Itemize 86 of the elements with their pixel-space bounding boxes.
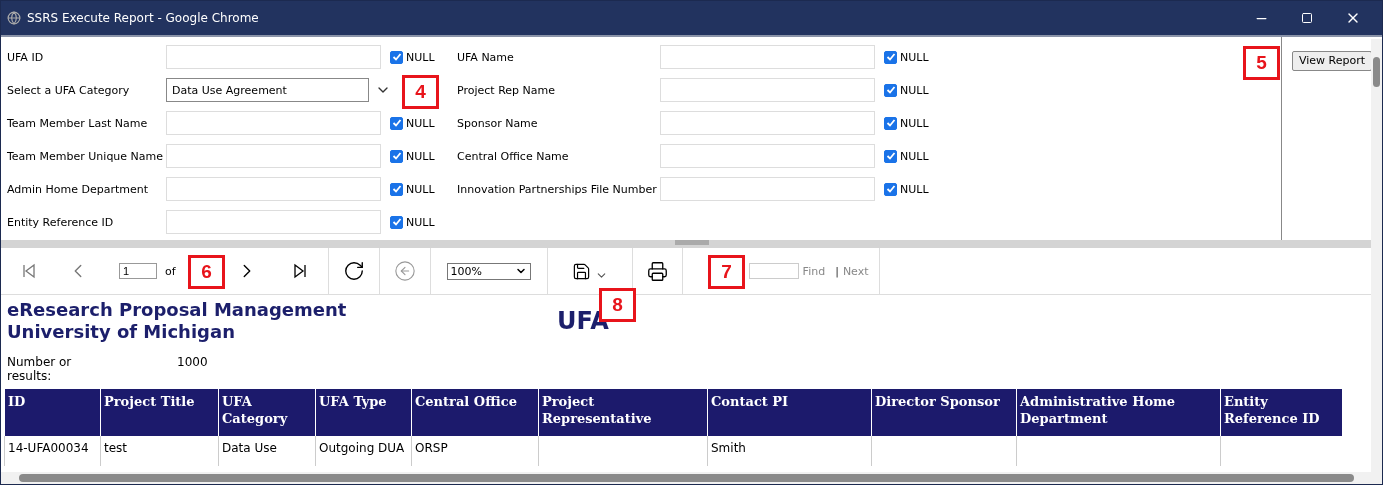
next-link[interactable]: Next (842, 264, 869, 278)
callout-number: 5 (1243, 46, 1280, 80)
vertical-scrollbar[interactable] (1371, 39, 1382, 484)
table-cell: Outgoing DUA (315, 436, 412, 466)
callout-number: 8 (599, 288, 636, 322)
parameter-label: UFA ID (7, 50, 45, 64)
parameter-label: Sponsor Name (457, 116, 539, 130)
parameter-field[interactable] (166, 210, 381, 234)
parameter-field[interactable] (166, 144, 381, 168)
null-label: NULL (406, 182, 435, 196)
null-checkbox[interactable] (884, 149, 897, 163)
maximize-icon[interactable] (1301, 12, 1313, 24)
first-page-icon[interactable] (21, 263, 37, 279)
page-count-label: of (165, 264, 176, 278)
null-checkbox[interactable] (884, 182, 897, 196)
null-checkbox[interactable] (884, 116, 897, 130)
parameter-label: UFA Name (457, 50, 515, 64)
parameter-label: Team Member Last Name (7, 116, 149, 130)
parameter-field[interactable] (660, 45, 875, 69)
column-header: Project Representative (538, 389, 708, 436)
parameter-label: Select a UFA Category (7, 83, 131, 97)
parameter-label: Admin Home Department (7, 182, 150, 196)
null-label: NULL (406, 50, 435, 64)
refresh-icon[interactable] (342, 260, 365, 282)
parameter-label: Innovation Partnerships File Number (457, 182, 658, 196)
parameter-label: Team Member Unique Name (7, 149, 165, 163)
column-header: Contact PI (707, 389, 872, 436)
null-label: NULL (900, 116, 929, 130)
column-header: Entity Reference ID (1220, 389, 1342, 436)
callout-number: 4 (402, 75, 439, 109)
category-dropdown[interactable]: Data Use Agreement (166, 78, 369, 102)
null-checkbox[interactable] (390, 182, 403, 196)
table-cell: test (100, 436, 219, 466)
collapse-handle[interactable] (674, 240, 709, 245)
parameter-field[interactable] (660, 111, 875, 135)
table-cell: Data Use (218, 436, 316, 466)
parameter-field[interactable] (660, 177, 875, 201)
table-cell: 14-UFA00034 (4, 436, 101, 466)
parameter-field[interactable] (660, 78, 875, 102)
parameter-field[interactable] (166, 177, 381, 201)
back-icon[interactable] (393, 260, 416, 282)
count-label: Number or results: (7, 355, 73, 383)
column-header: ID (4, 389, 101, 436)
null-label: NULL (900, 149, 929, 163)
null-checkbox[interactable] (390, 50, 403, 64)
null-label: NULL (900, 182, 929, 196)
count-value: 1000 (177, 355, 209, 371)
window-title: SSRS Execute Report - Google Chrome (27, 11, 260, 25)
parameter-field[interactable] (166, 111, 381, 135)
parameter-field[interactable] (660, 144, 875, 168)
column-header: Central Office (411, 389, 539, 436)
column-header: Administrative Home Department (1016, 389, 1221, 436)
column-header: Project Title (100, 389, 219, 436)
save-icon[interactable] (571, 261, 591, 281)
null-checkbox[interactable] (390, 116, 403, 130)
null-checkbox[interactable] (390, 215, 403, 229)
null-checkbox[interactable] (390, 149, 403, 163)
zoom-dropdown[interactable]: 100% (446, 262, 531, 280)
view-report-button[interactable]: View Report (1292, 50, 1373, 71)
null-label: NULL (900, 83, 929, 97)
globe-icon (7, 11, 21, 25)
printer-icon[interactable] (646, 260, 668, 282)
column-header: Director Sponsor (871, 389, 1017, 436)
callout-number: 6 (188, 255, 225, 289)
callout-number: 7 (708, 255, 745, 289)
column-header: UFA Type (315, 389, 412, 436)
find-field[interactable] (748, 263, 799, 279)
null-checkbox[interactable] (884, 83, 897, 97)
table-cell: ORSP (411, 436, 539, 466)
parameter-label: Entity Reference ID (7, 215, 115, 229)
page-number-field[interactable]: 1 (119, 263, 157, 279)
parameter-field[interactable] (166, 45, 381, 69)
horizontal-scrollbar[interactable] (1, 472, 1372, 484)
null-label: NULL (406, 116, 435, 130)
report-heading: eResearch Proposal Management University of Michigan (7, 299, 348, 343)
parameter-label: Central Office Name (457, 149, 570, 163)
null-checkbox[interactable] (884, 50, 897, 64)
null-label: NULL (406, 215, 435, 229)
null-label: NULL (406, 149, 435, 163)
table-cell: Smith (707, 436, 872, 466)
last-page-icon[interactable] (291, 263, 308, 279)
null-label: NULL (900, 50, 929, 64)
parameter-label: Project Rep Name (457, 83, 556, 97)
column-header: UFA Category (218, 389, 316, 436)
find-link[interactable]: Find (802, 264, 826, 278)
separator-text: | (835, 264, 839, 278)
